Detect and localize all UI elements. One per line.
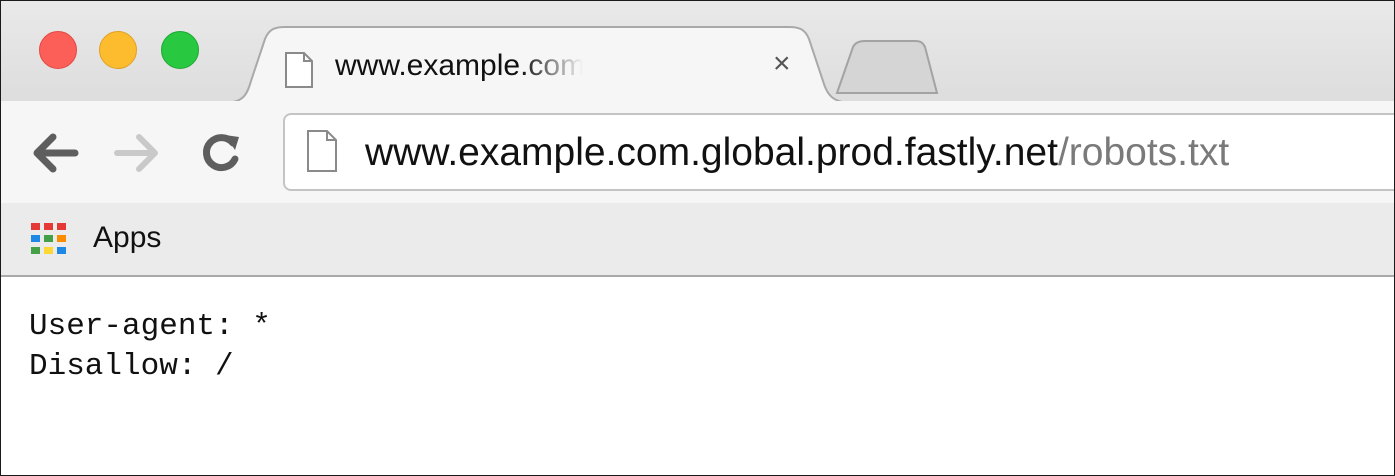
apps-label: Apps [93, 221, 162, 254]
address-bar[interactable]: www.example.com.global.prod.fastly.net/r… [283, 113, 1394, 191]
window-minimize-button[interactable] [99, 31, 137, 69]
text-line: Disallow: / [29, 349, 234, 384]
url-text[interactable]: www.example.com.global.prod.fastly.net/r… [365, 131, 1229, 175]
forward-button[interactable] [113, 131, 161, 175]
window-maximize-button[interactable] [161, 31, 199, 69]
page-document-icon [305, 129, 339, 178]
tab-close-button[interactable]: × [773, 47, 791, 81]
back-arrow-icon [33, 133, 79, 173]
url-host: www.example.com.global.prod.fastly.net [365, 131, 1058, 174]
window-close-button[interactable] [39, 31, 77, 69]
forward-arrow-icon [114, 134, 158, 172]
reload-icon [203, 134, 239, 172]
url-path: /robots.txt [1057, 131, 1230, 174]
tab-active[interactable]: www.example.com.global.prod.fastly.net/r… [271, 45, 831, 95]
reload-button[interactable] [197, 131, 245, 175]
bookmarks-bar: Apps [1, 203, 1394, 277]
tab-title: www.example.com.global.prod.fastly.net/r… [335, 49, 583, 82]
apps-grid-icon [31, 223, 71, 260]
new-tab-button[interactable] [835, 39, 939, 95]
tab-strip: www.example.com.global.prod.fastly.net/r… [1, 1, 1394, 103]
page-content: User-agent: * Disallow: / [1, 277, 1394, 475]
document-icon [283, 51, 315, 94]
robots-txt-text: User-agent: * Disallow: / [29, 307, 271, 387]
back-button[interactable] [31, 131, 79, 175]
text-line: User-agent: * [29, 309, 271, 344]
apps-bookmark[interactable]: Apps [31, 217, 201, 261]
browser-window: www.example.com.global.prod.fastly.net/r… [0, 0, 1395, 476]
toolbar: www.example.com.global.prod.fastly.net/r… [1, 101, 1394, 203]
